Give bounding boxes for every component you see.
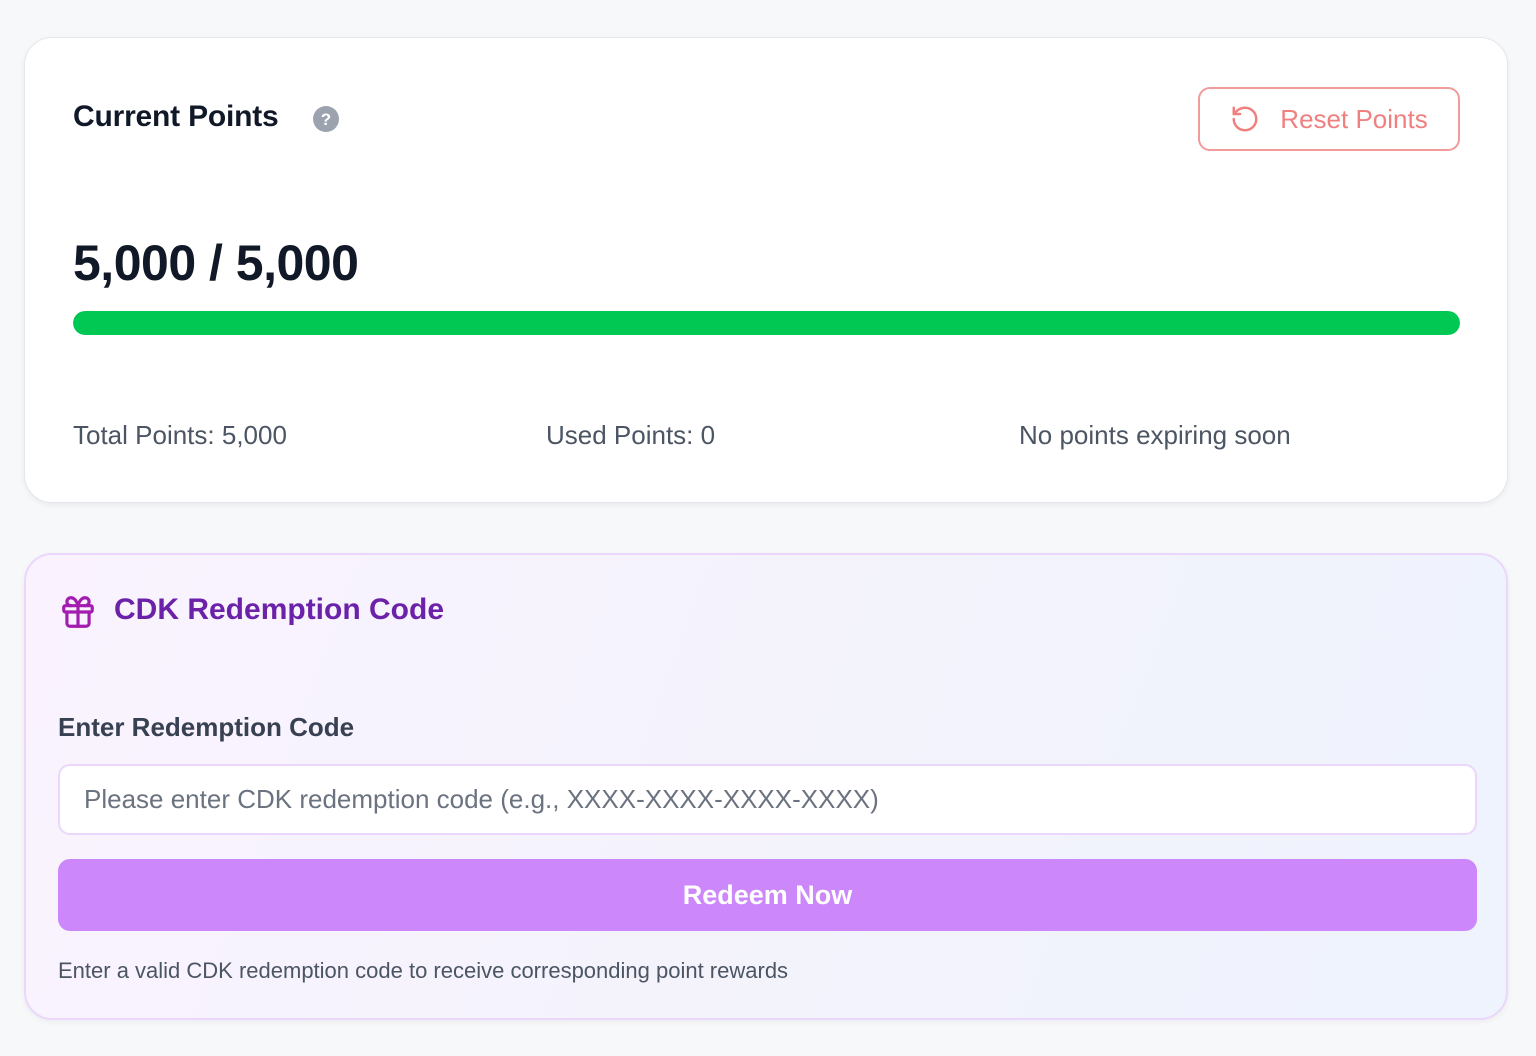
expiring-points-stat: No points expiring soon	[1019, 420, 1291, 450]
redemption-code-label: Enter Redemption Code	[58, 712, 355, 742]
reset-points-label: Reset Points	[1280, 103, 1428, 134]
cdk-title: CDK Redemption Code	[114, 593, 444, 626]
points-card: Current Points ? Reset Points 5,000 / 5,…	[24, 37, 1508, 503]
cdk-redemption-card: CDK Redemption Code Enter Redemption Cod…	[24, 553, 1508, 1020]
question-circle-icon[interactable]: ?	[313, 106, 339, 132]
total-points-stat: Total Points: 5,000	[73, 420, 287, 450]
redeem-now-button[interactable]: Redeem Now	[58, 859, 1477, 931]
rotate-ccw-icon	[1232, 106, 1258, 132]
redemption-code-input[interactable]	[58, 764, 1477, 835]
points-progress-fill	[73, 311, 1460, 335]
reset-points-button[interactable]: Reset Points	[1198, 87, 1460, 151]
used-points-stat: Used Points: 0	[546, 420, 716, 450]
points-value: 5,000 / 5,000	[73, 235, 359, 291]
gift-icon	[62, 596, 94, 628]
points-progress-bar	[73, 311, 1460, 335]
current-points-title: Current Points	[73, 100, 279, 133]
redemption-helper-text: Enter a valid CDK redemption code to rec…	[58, 958, 789, 983]
